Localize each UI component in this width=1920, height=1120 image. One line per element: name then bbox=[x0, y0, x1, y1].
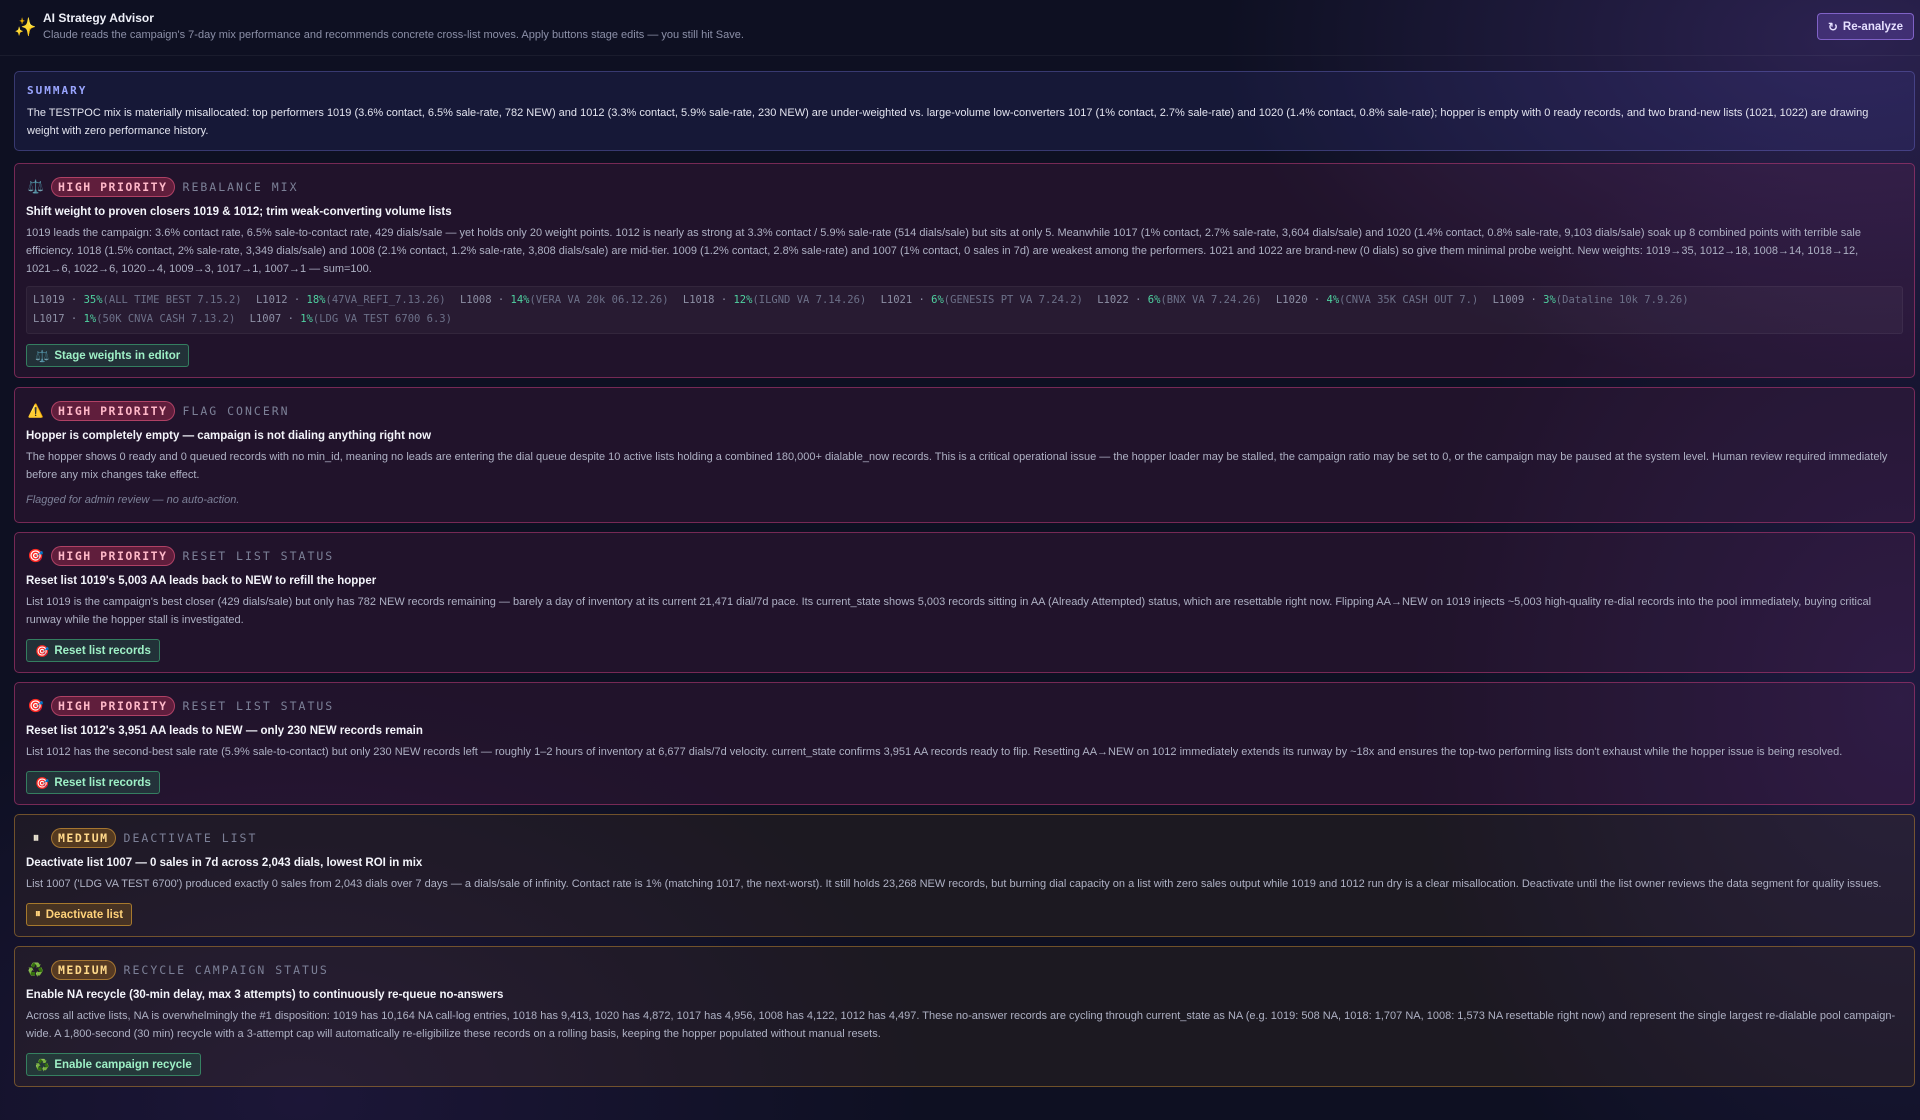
action-label: Enable campaign recycle bbox=[54, 1058, 192, 1071]
recommendation-description: Across all active lists, NA is overwhelm… bbox=[26, 1010, 1896, 1040]
weight-item: L1019 · 35%(ALL TIME BEST 7.15.2) bbox=[33, 294, 242, 306]
recommendation-title: Reset list 1019's 5,003 AA leads back to… bbox=[26, 575, 377, 587]
sparkle-icon: ✨ bbox=[14, 17, 37, 37]
reanalyze-button[interactable]: ↻ Re-analyze bbox=[1816, 13, 1914, 40]
stage-weights-button[interactable]: ⚖️ Stage weights in editor bbox=[26, 344, 190, 367]
recommendation-title: Enable NA recycle (30-min delay, max 3 a… bbox=[26, 989, 504, 1001]
summary-text: The TESTPOC mix is materially misallocat… bbox=[27, 107, 1869, 137]
priority-badge: MEDIUM bbox=[51, 960, 116, 980]
weight-item: L1021 · 6%(GENESIS PT VA 7.24.2) bbox=[880, 294, 1083, 306]
recommendation-description: List 1019 is the campaign's best closer … bbox=[26, 596, 1872, 626]
recommendation-title: Hopper is completely empty — campaign is… bbox=[26, 430, 432, 442]
weights-preview: L1019 · 35%(ALL TIME BEST 7.15.2) L1012 … bbox=[26, 286, 1903, 334]
pause-icon: ⏸ bbox=[35, 908, 41, 920]
recommendation-card: ⚖️ HIGH PRIORITY REBALANCE MIX Shift wei… bbox=[14, 163, 1915, 378]
header-subtitle: Claude reads the campaign's 7-day mix pe… bbox=[43, 29, 744, 41]
enable-recycle-button[interactable]: ♻️ Enable campaign recycle bbox=[26, 1053, 201, 1076]
action-label: Reset list records bbox=[54, 644, 151, 657]
recommendation-kind: FLAG CONCERN bbox=[182, 404, 290, 418]
reset-list-records-button[interactable]: 🎯 Reset list records bbox=[26, 639, 160, 662]
admin-review-note: Flagged for admin review — no auto-actio… bbox=[26, 494, 240, 506]
refresh-icon: ↻ bbox=[1827, 19, 1838, 34]
recommendation-title: Reset list 1012's 3,951 AA leads to NEW … bbox=[26, 725, 423, 737]
summary-label: SUMMARY bbox=[27, 84, 88, 97]
recommendation-kind: DEACTIVATE LIST bbox=[123, 831, 258, 845]
weight-item: L1018 · 12%(ILGND VA 7.14.26) bbox=[682, 294, 867, 306]
target-icon: 🎯 bbox=[27, 548, 45, 563]
scale-icon: ⚖️ bbox=[35, 350, 50, 363]
recommendation-kind: RESET LIST STATUS bbox=[182, 699, 335, 713]
reanalyze-label: Re-analyze bbox=[1842, 20, 1903, 33]
target-icon: 🎯 bbox=[35, 645, 50, 658]
priority-badge: HIGH PRIORITY bbox=[51, 696, 175, 716]
warning-icon: ⚠️ bbox=[27, 403, 45, 418]
weight-item: L1007 · 1%(LDG VA TEST 6700 6.3) bbox=[249, 313, 452, 325]
priority-badge: HIGH PRIORITY bbox=[51, 546, 175, 566]
summary-panel: SUMMARY The TESTPOC mix is materially mi… bbox=[14, 71, 1915, 151]
recycle-icon: ♻️ bbox=[27, 962, 45, 977]
target-icon: 🎯 bbox=[35, 777, 50, 790]
action-label: Deactivate list bbox=[45, 908, 124, 921]
priority-badge: HIGH PRIORITY bbox=[51, 177, 175, 197]
recommendation-description: List 1012 has the second-best sale rate … bbox=[26, 746, 1843, 758]
recommendation-kind: RESET LIST STATUS bbox=[182, 549, 335, 563]
reset-list-records-button[interactable]: 🎯 Reset list records bbox=[26, 771, 160, 794]
action-label: Stage weights in editor bbox=[54, 349, 181, 362]
weight-item: L1009 · 3%(Dataline 10k 7.9.26) bbox=[1492, 294, 1689, 306]
recommendation-description: The hopper shows 0 ready and 0 queued re… bbox=[26, 451, 1888, 481]
pause-icon: ⏸ bbox=[32, 830, 40, 845]
recommendation-card: ⚠️ HIGH PRIORITY FLAG CONCERN Hopper is … bbox=[14, 387, 1915, 523]
recommendation-title: Shift weight to proven closers 1019 & 10… bbox=[26, 206, 452, 218]
weight-item: L1022 · 6%(BNX VA 7.24.26) bbox=[1097, 294, 1262, 306]
weight-item: L1017 · 1%(50K CNVA CASH 7.13.2) bbox=[33, 313, 236, 325]
recommendation-kind: REBALANCE MIX bbox=[182, 180, 299, 194]
recommendation-card: 🎯 HIGH PRIORITY RESET LIST STATUS Reset … bbox=[14, 682, 1915, 805]
weight-item: L1020 · 4%(CNVA 35K CASH OUT 7.) bbox=[1275, 294, 1479, 306]
recycle-icon: ♻️ bbox=[35, 1059, 50, 1072]
recommendation-card: ⏸ MEDIUM DEACTIVATE LIST Deactivate list… bbox=[14, 814, 1915, 937]
weight-item: L1012 · 18%(47VA_REFI_7.13.26) bbox=[255, 294, 446, 306]
priority-badge: HIGH PRIORITY bbox=[51, 401, 175, 421]
header-title: AI Strategy Advisor bbox=[43, 11, 154, 25]
recommendation-description: List 1007 ('LDG VA TEST 6700') produced … bbox=[26, 878, 1882, 890]
action-label: Reset list records bbox=[54, 776, 151, 789]
weight-item: L1008 · 14%(VERA VA 20k 06.12.26) bbox=[459, 294, 669, 306]
deactivate-list-button[interactable]: ⏸ Deactivate list bbox=[26, 903, 133, 926]
recommendation-title: Deactivate list 1007 — 0 sales in 7d acr… bbox=[26, 857, 423, 869]
scale-icon: ⚖️ bbox=[27, 179, 45, 194]
target-icon: 🎯 bbox=[27, 698, 45, 713]
recommendations-list: SUMMARY The TESTPOC mix is materially mi… bbox=[14, 71, 1915, 1096]
recommendation-card: ♻️ MEDIUM RECYCLE CAMPAIGN STATUS Enable… bbox=[14, 946, 1915, 1087]
recommendation-description: 1019 leads the campaign: 3.6% contact ra… bbox=[26, 227, 1861, 275]
recommendation-kind: RECYCLE CAMPAIGN STATUS bbox=[123, 963, 329, 977]
recommendation-card: 🎯 HIGH PRIORITY RESET LIST STATUS Reset … bbox=[14, 532, 1915, 673]
advisor-header: ✨ AI Strategy Advisor Claude reads the c… bbox=[0, 0, 1920, 56]
priority-badge: MEDIUM bbox=[51, 828, 116, 848]
